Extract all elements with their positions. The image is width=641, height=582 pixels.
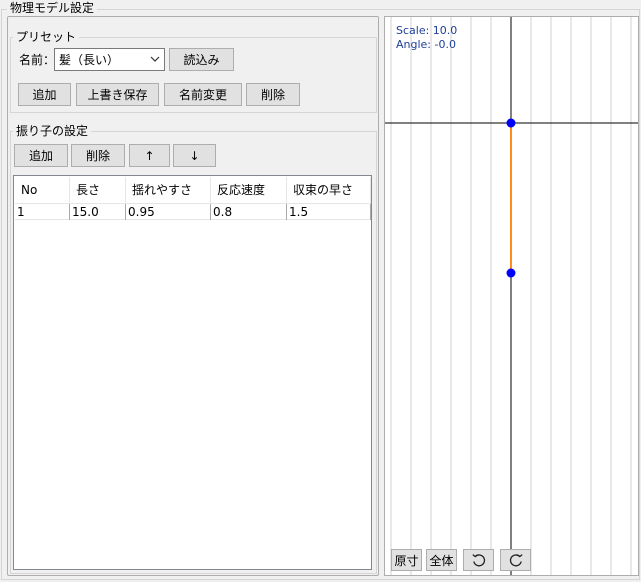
- delete-preset-button[interactable]: 削除: [246, 83, 300, 106]
- cell-no: 1: [15, 204, 70, 220]
- cell-length: 15.0: [70, 204, 126, 220]
- column-header-no[interactable]: No: [15, 177, 70, 204]
- scale-readout: Scale: 10.0: [396, 24, 458, 37]
- rename-preset-button[interactable]: 名前変更: [164, 83, 242, 106]
- move-up-button[interactable]: ↑: [129, 144, 170, 167]
- pendulum-end-node[interactable]: [506, 268, 516, 278]
- preset-name-select[interactable]: 髪（長い）: [54, 48, 165, 71]
- rotate-cw-icon: [509, 554, 523, 567]
- preview-canvas[interactable]: [385, 17, 638, 575]
- rotate-ccw-icon: [471, 554, 485, 567]
- preset-group-title: プリセット: [13, 30, 80, 45]
- pendulum-table[interactable]: No 長さ 揺れやすさ 反応速度 収束の早さ 1 15.0 0.95 0.8 1…: [13, 175, 372, 570]
- column-header-length[interactable]: 長さ: [70, 177, 126, 204]
- rotate-ccw-button[interactable]: [463, 549, 494, 571]
- column-header-response[interactable]: 反応速度: [211, 177, 287, 204]
- rotate-cw-button[interactable]: [500, 549, 531, 571]
- cell-convergence: 1.5: [287, 204, 371, 220]
- table-header: No 長さ 揺れやすさ 反応速度 収束の早さ: [15, 177, 371, 204]
- move-down-button[interactable]: ↓: [173, 144, 216, 167]
- column-header-convergence[interactable]: 収束の早さ: [287, 177, 371, 204]
- preset-name-label: 名前：: [19, 53, 56, 67]
- original-size-button[interactable]: 原寸: [391, 549, 422, 571]
- cell-swing: 0.95: [126, 204, 211, 220]
- table-row[interactable]: 1 15.0 0.95 0.8 1.5: [15, 204, 371, 220]
- delete-pendulum-button[interactable]: 削除: [71, 144, 125, 167]
- pendulum-group-title: 振り子の設定: [13, 124, 92, 139]
- cell-response: 0.8: [211, 204, 287, 220]
- add-pendulum-button[interactable]: 追加: [14, 144, 68, 167]
- angle-readout: Angle: -0.0: [396, 38, 456, 51]
- load-preset-button[interactable]: 読込み: [169, 48, 234, 71]
- fit-all-button[interactable]: 全体: [426, 549, 457, 571]
- overwrite-preset-button[interactable]: 上書き保存: [76, 83, 159, 106]
- window-title: 物理モデル設定: [7, 1, 98, 16]
- preview-panel[interactable]: Scale: 10.0 Angle: -0.0 原寸 全体: [384, 16, 639, 576]
- pendulum-root-node[interactable]: [506, 118, 516, 128]
- add-preset-button[interactable]: 追加: [18, 83, 71, 106]
- preset-name-value: 髪（長い）: [59, 53, 120, 67]
- column-header-swing[interactable]: 揺れやすさ: [126, 177, 211, 204]
- chevron-down-icon: [150, 56, 160, 62]
